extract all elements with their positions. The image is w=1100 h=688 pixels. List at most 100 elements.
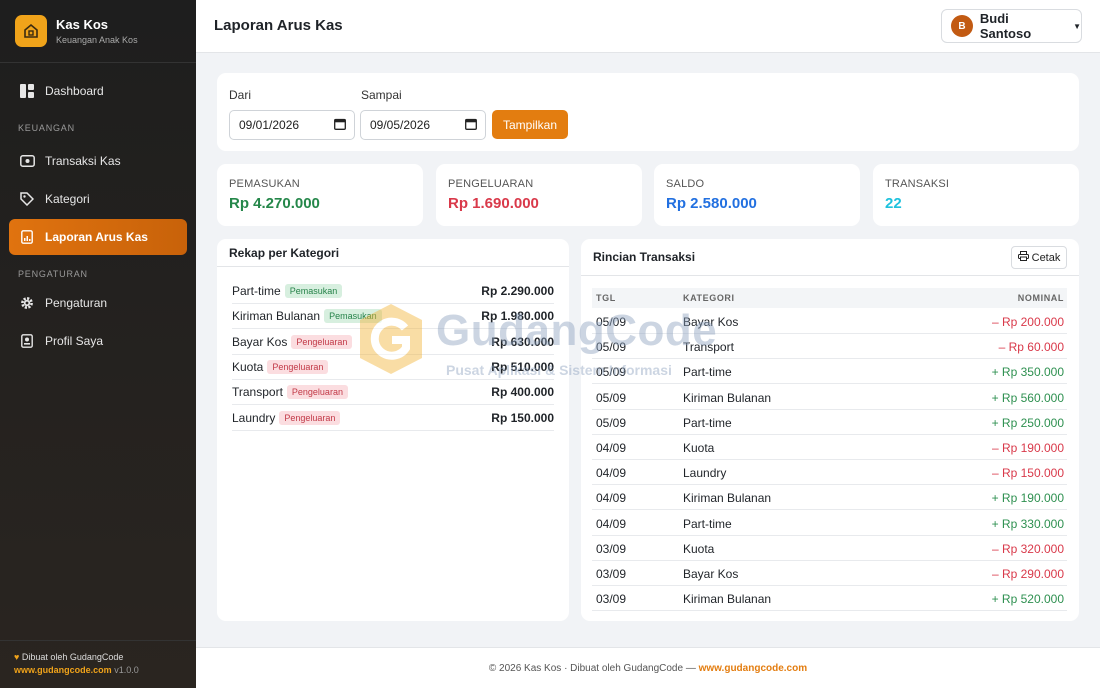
row-date: 05/09: [596, 390, 627, 405]
row-category: Kiriman Bulanan: [683, 592, 772, 607]
table-row: 04/09 Laundry – Rp 150.000: [592, 460, 1067, 486]
brand-subtitle: Keuangan Anak Kos: [56, 35, 138, 45]
row-date: 03/09: [596, 592, 627, 607]
from-date-input[interactable]: 09/01/2026: [229, 110, 355, 140]
row-amount: – Rp 290.000: [991, 567, 1064, 581]
row-amount: + Rp 350.000: [991, 365, 1064, 380]
sidebar-item-label: Profil Saya: [45, 334, 104, 348]
dashboard-icon: [19, 83, 35, 99]
stat-value: Rp 1.690.000: [448, 195, 539, 212]
row-category: Transport: [683, 340, 734, 355]
from-label: Dari: [229, 88, 252, 102]
type-badge: Pemasukan: [324, 309, 382, 324]
footer-link[interactable]: www.gudangcode.com: [14, 665, 112, 675]
stat-value: 22: [885, 195, 902, 212]
sidebar-item-label: Transaksi Kas: [45, 154, 121, 168]
row-category: Kiriman Bulanan: [683, 491, 772, 506]
stat-pemasukan: PEMASUKAN Rp 4.270.000: [217, 164, 423, 226]
show-button[interactable]: Tampilkan: [492, 110, 568, 139]
category-name: Kiriman Bulanan: [232, 309, 321, 324]
row-date: 04/09: [596, 441, 627, 455]
id-card-icon: [19, 333, 35, 349]
footer-link[interactable]: www.gudangcode.com: [699, 663, 808, 674]
row-amount: – Rp 150.000: [991, 466, 1064, 481]
category-amount: Rp 510.000: [491, 359, 554, 374]
category-name: Kuota: [232, 359, 264, 374]
row-amount: – Rp 200.000: [991, 315, 1064, 329]
sidebar-item-label: Kategori: [45, 192, 90, 206]
stat-label: TRANSAKSI: [885, 178, 950, 190]
print-button[interactable]: Cetak: [1011, 246, 1067, 269]
stat-pengeluaran: PENGELUARAN Rp 1.690.000: [436, 164, 642, 226]
rekap-row: Part-time Pemasukan Rp 2.290.000: [232, 279, 554, 304]
topbar: Laporan Arus Kas B Budi Santoso ▼: [196, 0, 1100, 53]
filter-card: Dari 09/01/2026 Sampai 09/05/2026 Tampil…: [217, 73, 1079, 151]
caret-down-icon: ▼: [1073, 21, 1081, 31]
to-label: Sampai: [361, 88, 402, 102]
stat-value: Rp 2.580.000: [666, 195, 757, 212]
table-row: 05/09 Part-time + Rp 350.000: [592, 359, 1067, 385]
rincian-card: Rincian Transaksi Cetak TGL KATEGORI NOM…: [581, 239, 1079, 621]
category-name: Part-time: [232, 284, 281, 298]
brand[interactable]: Kas Kos Keuangan Anak Kos: [0, 0, 196, 63]
row-amount: + Rp 560.000: [991, 390, 1064, 405]
col-tgl: TGL: [596, 293, 616, 303]
row-date: 05/09: [596, 365, 627, 380]
page-footer: © 2026 Kas Kos · Dibuat oleh GudangCode …: [196, 647, 1100, 688]
table-row: 04/09 Part-time + Rp 330.000: [592, 511, 1067, 536]
sidebar-item-dashboard[interactable]: Dashboard: [9, 73, 187, 109]
row-date: 04/09: [596, 491, 627, 506]
rincian-title: Rincian Transaksi: [581, 239, 1079, 276]
row-category: Laundry: [683, 466, 727, 481]
row-amount: + Rp 330.000: [991, 516, 1064, 531]
row-amount: – Rp 320.000: [991, 541, 1064, 556]
sidebar-item-transaksi[interactable]: Transaksi Kas: [9, 143, 187, 179]
rekap-card: Rekap per Kategori Part-time Pemasukan Rp …: [217, 239, 569, 621]
to-date-input[interactable]: 09/05/2026: [360, 110, 486, 140]
category-amount: Rp 2.290.000: [481, 284, 554, 298]
rekap-title: Rekap per Kategori: [217, 239, 569, 267]
sidebar-item-profil[interactable]: Profil Saya: [9, 323, 187, 359]
from-date-value: 09/01/2026: [239, 118, 300, 132]
table-row: 05/09 Transport – Rp 60.000: [592, 334, 1067, 360]
heart-icon: ♥: [14, 652, 20, 662]
version-label: v1.0.0: [114, 665, 139, 675]
sidebar-item-pengaturan[interactable]: Pengaturan: [9, 285, 187, 321]
row-category: Part-time: [683, 365, 732, 380]
rekap-row: Kiriman Bulanan Pemasukan Rp 1.980.000: [232, 304, 554, 330]
category-name: Laundry: [232, 410, 276, 425]
rekap-row: Kuota Pengeluaran Rp 510.000: [232, 355, 554, 380]
row-date: 05/09: [596, 415, 627, 430]
col-kategori: KATEGORI: [683, 293, 735, 303]
stat-label: PENGELUARAN: [448, 178, 534, 190]
report-icon: [19, 229, 35, 245]
page-title: Laporan Arus Kas: [214, 17, 343, 34]
row-date: 04/09: [596, 466, 627, 481]
category-name: Bayar Kos: [232, 334, 288, 349]
row-category: Kuota: [683, 541, 715, 556]
row-amount: + Rp 250.000: [991, 415, 1064, 430]
avatar: B: [951, 15, 973, 37]
sidebar-item-label: Dashboard: [45, 84, 104, 98]
table-row: 03/09 Bayar Kos – Rp 290.000: [592, 561, 1067, 586]
category-amount: Rp 1.980.000: [481, 309, 554, 324]
sidebar-item-laporan[interactable]: Laporan Arus Kas: [9, 219, 187, 255]
footer-made-by: Dibuat oleh GudangCode: [21, 652, 124, 662]
stat-value: Rp 4.270.000: [229, 195, 320, 212]
to-date-value: 09/05/2026: [370, 118, 431, 132]
type-badge: Pengeluaran: [286, 385, 348, 400]
sidebar-item-label: Laporan Arus Kas: [45, 230, 148, 244]
row-category: Kiriman Bulanan: [683, 390, 772, 405]
row-amount: – Rp 190.000: [991, 441, 1064, 455]
footer-text: © 2026 Kas Kos · Dibuat oleh GudangCode …: [488, 663, 699, 674]
row-category: Part-time: [683, 415, 732, 430]
stat-label: PEMASUKAN: [229, 178, 300, 190]
user-name: Budi Santoso: [979, 11, 1032, 41]
category-amount: Rp 400.000: [491, 385, 554, 400]
table-row: 04/09 Kiriman Bulanan + Rp 190.000: [592, 485, 1067, 511]
row-category: Part-time: [683, 516, 732, 531]
row-date: 05/09: [596, 315, 627, 329]
user-menu-button[interactable]: B Budi Santoso ▼: [941, 9, 1082, 43]
row-date: 03/09: [596, 567, 627, 581]
sidebar-item-kategori[interactable]: Kategori: [9, 181, 187, 217]
